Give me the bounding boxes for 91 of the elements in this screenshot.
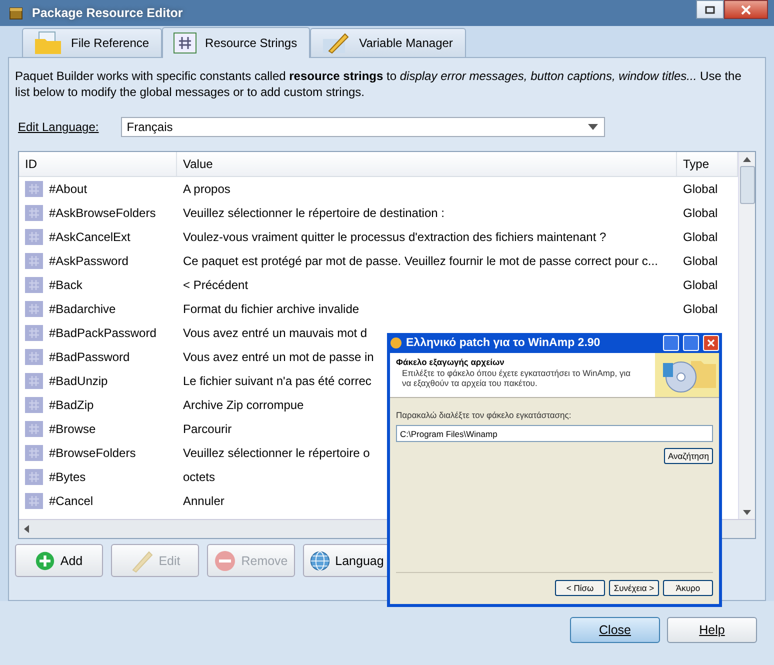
hash-icon (25, 421, 43, 437)
tab[interactable]: Resource Strings (162, 27, 310, 58)
table-cell: #Cancel (49, 494, 94, 508)
scroll-left-icon (24, 525, 29, 533)
table-cell: #BadPassword (49, 350, 130, 364)
window-title: Package Resource Editor (32, 6, 184, 20)
action-button[interactable]: Add (15, 544, 103, 577)
app-icon (390, 337, 402, 349)
table-cell-text: Format du fichier archive invalide (182, 302, 360, 316)
close-button[interactable] (724, 0, 768, 19)
folder-icon (33, 31, 63, 55)
hash-icon (25, 445, 43, 461)
minus-icon (214, 550, 236, 572)
table-cell: #Browse (49, 422, 96, 436)
table-cell: #BrowseFolders (49, 446, 136, 460)
close-icon (707, 339, 715, 347)
hash-icon (25, 277, 43, 293)
table-cell-text: Le fichier suivant n'a pas été correc (182, 374, 372, 388)
hash-icon (25, 301, 43, 317)
restore-icon (705, 6, 715, 14)
pencil-icon (321, 31, 352, 55)
table-cell: #Badarchive (49, 302, 116, 316)
table-cell-text: Voulez-vous vraiment quitter le processus d'extraction des fichiers maintenant ? (182, 230, 608, 244)
table-cell-text: Global (682, 182, 719, 196)
table-cell: #BadUnzip (49, 374, 108, 388)
table-cell-text: Vous avez entré un mot de passe in (182, 350, 374, 364)
pencil-icon (130, 548, 154, 572)
table-cell: #Back (49, 278, 82, 292)
table-cell: #About (49, 182, 88, 196)
hash-icon (25, 469, 43, 485)
hash-icon (25, 253, 43, 269)
table-cell-text: Archive Zip corrompue (182, 398, 304, 412)
table-cell-text: Ce paquet est protégé par mot de passe. Veuillez fournir le mot de passe correct pour c... (182, 254, 659, 268)
scroll-up-icon (743, 157, 751, 162)
dialog-button[interactable]: Close (570, 617, 660, 643)
table-cell-text: Global (682, 254, 719, 268)
table-cell: #AskBrowseFolders (49, 206, 156, 220)
table-cell-text: Global (682, 302, 719, 316)
page-heading: Φάκελο εξαγωγής αρχείων (396, 357, 506, 367)
hash-icon (25, 397, 43, 413)
language-dropdown[interactable]: Français (120, 117, 605, 137)
hash-icon (25, 205, 43, 221)
close-icon (741, 4, 751, 14)
browse-button[interactable]: Αναζήτηση (664, 448, 713, 464)
table-cell-text: Annuler (182, 494, 224, 508)
table-cell-text: Vous avez entré un mauvais mot d (182, 326, 368, 340)
scroll-down-icon (743, 510, 751, 515)
wizard-button[interactable]: Συνέχεια > (609, 580, 659, 596)
table-cell: #Bytes (49, 470, 86, 484)
table-cell-text: Veuillez sélectionner le répertoire de destination : (182, 206, 446, 220)
package-icon (8, 5, 24, 21)
dropdown-arrow-icon (588, 124, 598, 130)
table-cell: #AskPassword (49, 254, 128, 268)
tab[interactable]: Variable Manager (310, 28, 466, 57)
table-cell-text: Global (682, 206, 719, 220)
dialog-button[interactable]: Help (667, 617, 757, 643)
table-cell: #BadZip (49, 398, 94, 412)
table-cell-text: Global (682, 278, 719, 292)
column-header[interactable]: Value (177, 152, 677, 176)
table-cell-text: Parcourir (182, 422, 232, 436)
field-label: Edit Language: (18, 120, 99, 134)
table-cell-text: < Précédent (182, 278, 250, 292)
globe-icon (310, 550, 330, 570)
table-cell-text: Veuillez sélectionner le répertoire o (182, 446, 370, 460)
hash-icon (25, 325, 43, 341)
hash-icon (25, 181, 43, 197)
wizard-button[interactable]: < Πίσω (555, 580, 605, 596)
window-title: Ελληνικό patch για το WinAmp 2.90 (406, 337, 602, 349)
hash-icon (25, 349, 43, 365)
table-cell-text: A propos (182, 182, 232, 196)
hash-icon (25, 229, 43, 245)
scroll-thumb[interactable] (740, 166, 754, 204)
plus-icon (35, 550, 56, 570)
table-cell-text: Global (682, 230, 719, 244)
restore-button[interactable] (696, 0, 724, 19)
column-header[interactable]: ID (19, 152, 177, 176)
maximize-button[interactable] (683, 335, 699, 351)
table-cell-text: octets (182, 470, 216, 484)
table-cell: #BadPackPassword (49, 326, 156, 340)
hash-icon (25, 373, 43, 389)
description-text: Paquet Builder works with specific constants called resource strings to display error messages, button captions, window titles... Use the list below to modify the global messages or to add custom strings. (15, 68, 742, 100)
path-field[interactable]: C:\Program Files\Winamp (396, 425, 713, 442)
wizard-button[interactable]: Άκυρο (663, 580, 713, 596)
hash-icon (173, 32, 198, 54)
tab[interactable]: File Reference (22, 28, 162, 57)
vertical-scrollbar[interactable] (738, 152, 755, 520)
minimize-button[interactable] (663, 335, 679, 351)
hash-icon (25, 493, 43, 509)
page-subheading: Επιλέξτε το φάκελο όπου έχετε εγκαταστήσει το WinAmp, για να εξαχθούν τα αρχεία του πακέτου. (401, 368, 632, 388)
prompt-text: Παρακαλώ διαλέξτε τον φάκελο εγκατάστασης: (396, 410, 572, 420)
table-cell: #AskCancelExt (49, 230, 130, 244)
